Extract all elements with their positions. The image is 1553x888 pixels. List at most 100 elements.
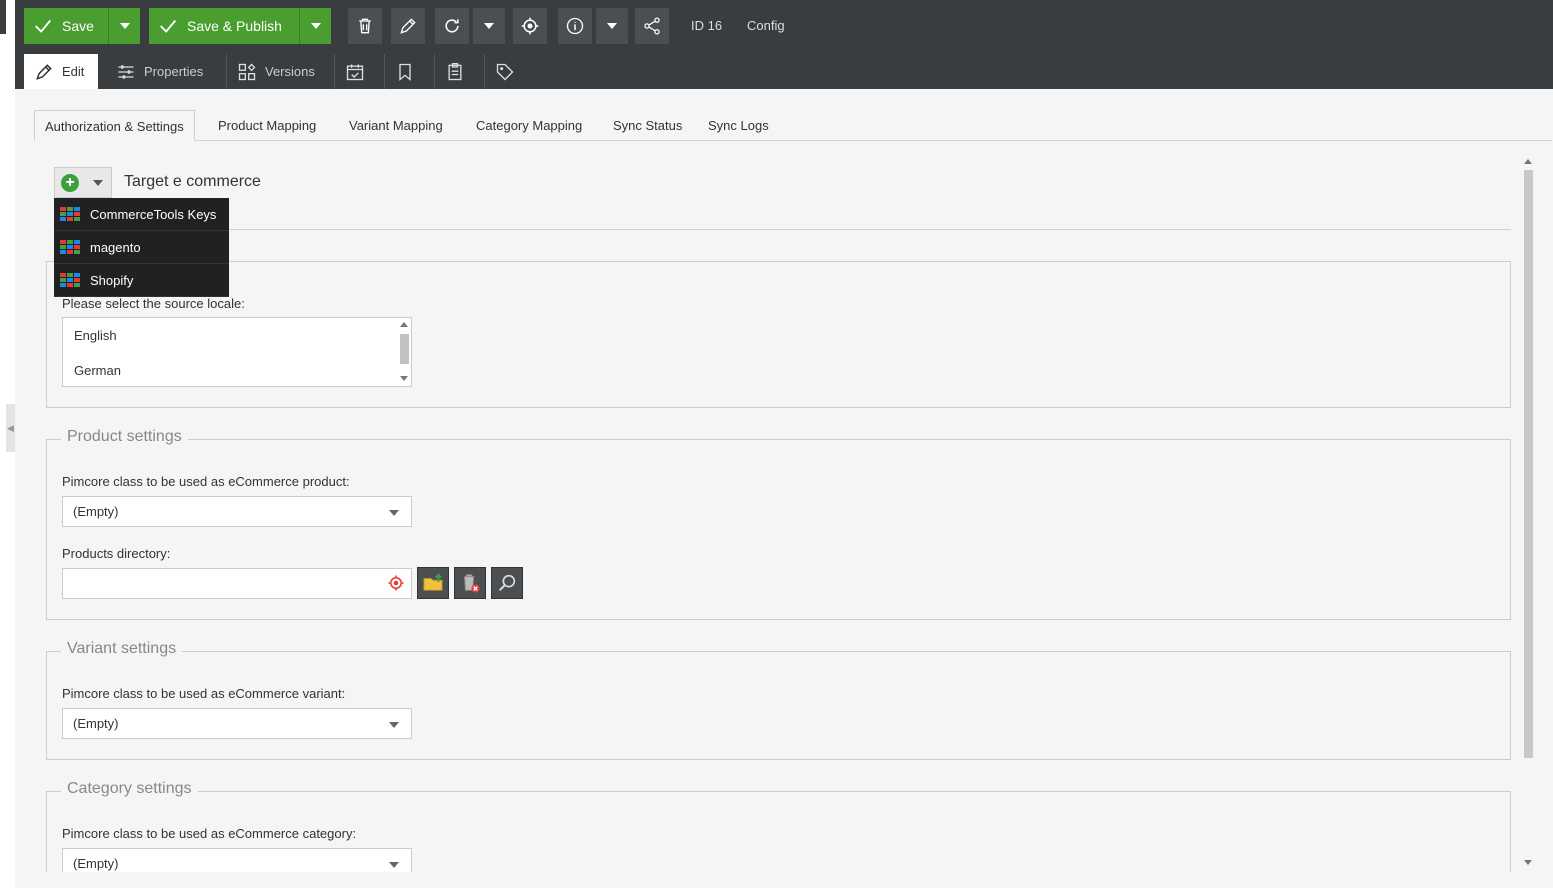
subtab-sync-status[interactable]: Sync Status xyxy=(603,110,692,141)
scroll-thumb[interactable] xyxy=(400,334,409,364)
rename-button[interactable] xyxy=(391,8,425,44)
scroll-up-icon[interactable] xyxy=(1524,159,1532,164)
menu-item-magento[interactable]: magento xyxy=(54,231,229,264)
info-icon xyxy=(566,17,584,35)
versions-icon xyxy=(238,63,256,80)
tab-schedule[interactable] xyxy=(334,54,374,89)
main-scrollbar[interactable] xyxy=(1522,156,1534,872)
scroll-down-icon[interactable] xyxy=(1524,860,1532,865)
left-strip-dark xyxy=(0,0,6,34)
clear-button[interactable] xyxy=(454,567,486,599)
products-directory-input[interactable] xyxy=(62,568,412,599)
subtab-sync-logs[interactable]: Sync Logs xyxy=(698,110,779,141)
refresh-icon xyxy=(445,19,459,33)
category-class-label: Pimcore class to be used as eCommerce ca… xyxy=(62,826,357,841)
trash-delete-icon xyxy=(463,574,480,593)
menu-item-label: magento xyxy=(90,239,141,255)
menu-item-shopify[interactable]: Shopify xyxy=(54,264,229,297)
object-key: Config xyxy=(747,18,785,33)
locate-button[interactable] xyxy=(513,8,547,44)
search-icon xyxy=(498,574,516,592)
info-dropdown-button[interactable] xyxy=(596,8,628,44)
save-label: Save xyxy=(62,18,94,34)
variant-class-label: Pimcore class to be used as eCommerce va… xyxy=(62,686,346,701)
chevron-down-icon xyxy=(389,722,399,728)
subtab-category-mapping[interactable]: Category Mapping xyxy=(466,110,592,141)
subtab-bar: Authorization & Settings Product Mapping… xyxy=(34,110,1552,141)
menu-item-label: CommerceTools Keys xyxy=(90,206,217,222)
title-divider xyxy=(54,229,1511,230)
info-button[interactable] xyxy=(558,8,592,44)
tab-dependencies[interactable] xyxy=(384,54,424,89)
locale-fieldset: Please select the source locale: English… xyxy=(46,261,1511,408)
save-button[interactable]: Save xyxy=(24,8,108,44)
variant-settings-fieldset: Variant settings Pimcore class to be use… xyxy=(46,640,1511,760)
scroll-up-icon[interactable] xyxy=(400,322,408,327)
product-settings-fieldset: Product settings Pimcore class to be use… xyxy=(46,428,1511,620)
product-class-value: (Empty) xyxy=(73,504,119,519)
target-dropdown-menu: CommerceTools Keys magento Shopify xyxy=(54,198,229,297)
folder-icon xyxy=(423,573,443,591)
save-publish-dropdown-button[interactable] xyxy=(299,8,331,44)
object-class-icon xyxy=(60,240,80,254)
open-folder-button[interactable] xyxy=(417,567,449,599)
target-icon[interactable] xyxy=(387,574,405,592)
tab-properties-label: Properties xyxy=(144,64,204,79)
check-icon xyxy=(35,19,52,33)
pencil-icon xyxy=(36,63,52,80)
menu-item-label: Shopify xyxy=(90,272,134,288)
clipboard-icon xyxy=(448,62,461,80)
subtab-product-mapping[interactable]: Product Mapping xyxy=(208,110,326,141)
delete-button[interactable] xyxy=(348,8,382,44)
chevron-down-icon xyxy=(484,23,494,29)
top-toolbar: Save Save & Publish ID 16 Config Edit Pr… xyxy=(15,0,1553,89)
sliders-icon xyxy=(118,64,134,79)
save-publish-button[interactable]: Save & Publish xyxy=(149,8,299,44)
tab-versions-label: Versions xyxy=(265,64,315,79)
category-settings-legend: Category settings xyxy=(61,780,198,798)
reload-button[interactable] xyxy=(435,8,469,44)
collapse-handle[interactable]: ◀ xyxy=(6,404,15,452)
variant-settings-legend: Variant settings xyxy=(61,640,183,658)
object-class-icon xyxy=(60,273,80,287)
product-class-select[interactable]: (Empty) xyxy=(62,496,412,527)
save-dropdown-button[interactable] xyxy=(108,8,140,44)
locale-listbox[interactable]: English German xyxy=(62,317,412,387)
scroll-thumb[interactable] xyxy=(1524,170,1533,758)
target-icon xyxy=(521,17,539,35)
subtab-authorization-settings[interactable]: Authorization & Settings xyxy=(34,110,195,141)
share-icon xyxy=(644,17,660,35)
variant-class-select[interactable]: (Empty) xyxy=(62,708,412,739)
tab-versions[interactable]: Versions xyxy=(226,54,325,89)
bookmark-icon xyxy=(398,63,411,81)
list-item[interactable]: German xyxy=(74,363,121,378)
share-button[interactable] xyxy=(635,8,669,44)
tab-edit-label: Edit xyxy=(62,64,85,79)
chevron-down-icon xyxy=(93,179,103,186)
product-settings-legend: Product settings xyxy=(61,428,188,446)
listbox-scrollbar[interactable] xyxy=(399,320,409,384)
tab-notes[interactable] xyxy=(434,54,474,89)
chevron-down-icon xyxy=(389,510,399,516)
list-item[interactable]: English xyxy=(74,328,117,343)
tag-icon xyxy=(496,63,513,80)
subtab-variant-mapping[interactable]: Variant Mapping xyxy=(339,110,453,141)
scroll-down-icon[interactable] xyxy=(400,376,408,381)
chevron-down-icon xyxy=(389,862,399,868)
tab-properties[interactable]: Properties xyxy=(106,54,213,89)
tab-tags[interactable] xyxy=(484,54,524,89)
menu-item-commercetools[interactable]: CommerceTools Keys xyxy=(54,198,229,231)
pencil-icon xyxy=(400,18,416,34)
chevron-down-icon xyxy=(119,23,130,29)
locale-label: Please select the source locale: xyxy=(62,296,245,311)
add-target-button[interactable]: + xyxy=(54,167,112,198)
chevron-down-icon xyxy=(310,23,321,29)
search-button[interactable] xyxy=(491,567,523,599)
plus-icon: + xyxy=(61,173,79,192)
chevron-down-icon xyxy=(607,23,617,29)
check-icon xyxy=(160,19,177,33)
trash-icon xyxy=(359,18,371,34)
tab-edit[interactable]: Edit xyxy=(24,54,98,89)
reload-dropdown-button[interactable] xyxy=(473,8,505,44)
products-directory-label: Products directory: xyxy=(62,546,171,561)
